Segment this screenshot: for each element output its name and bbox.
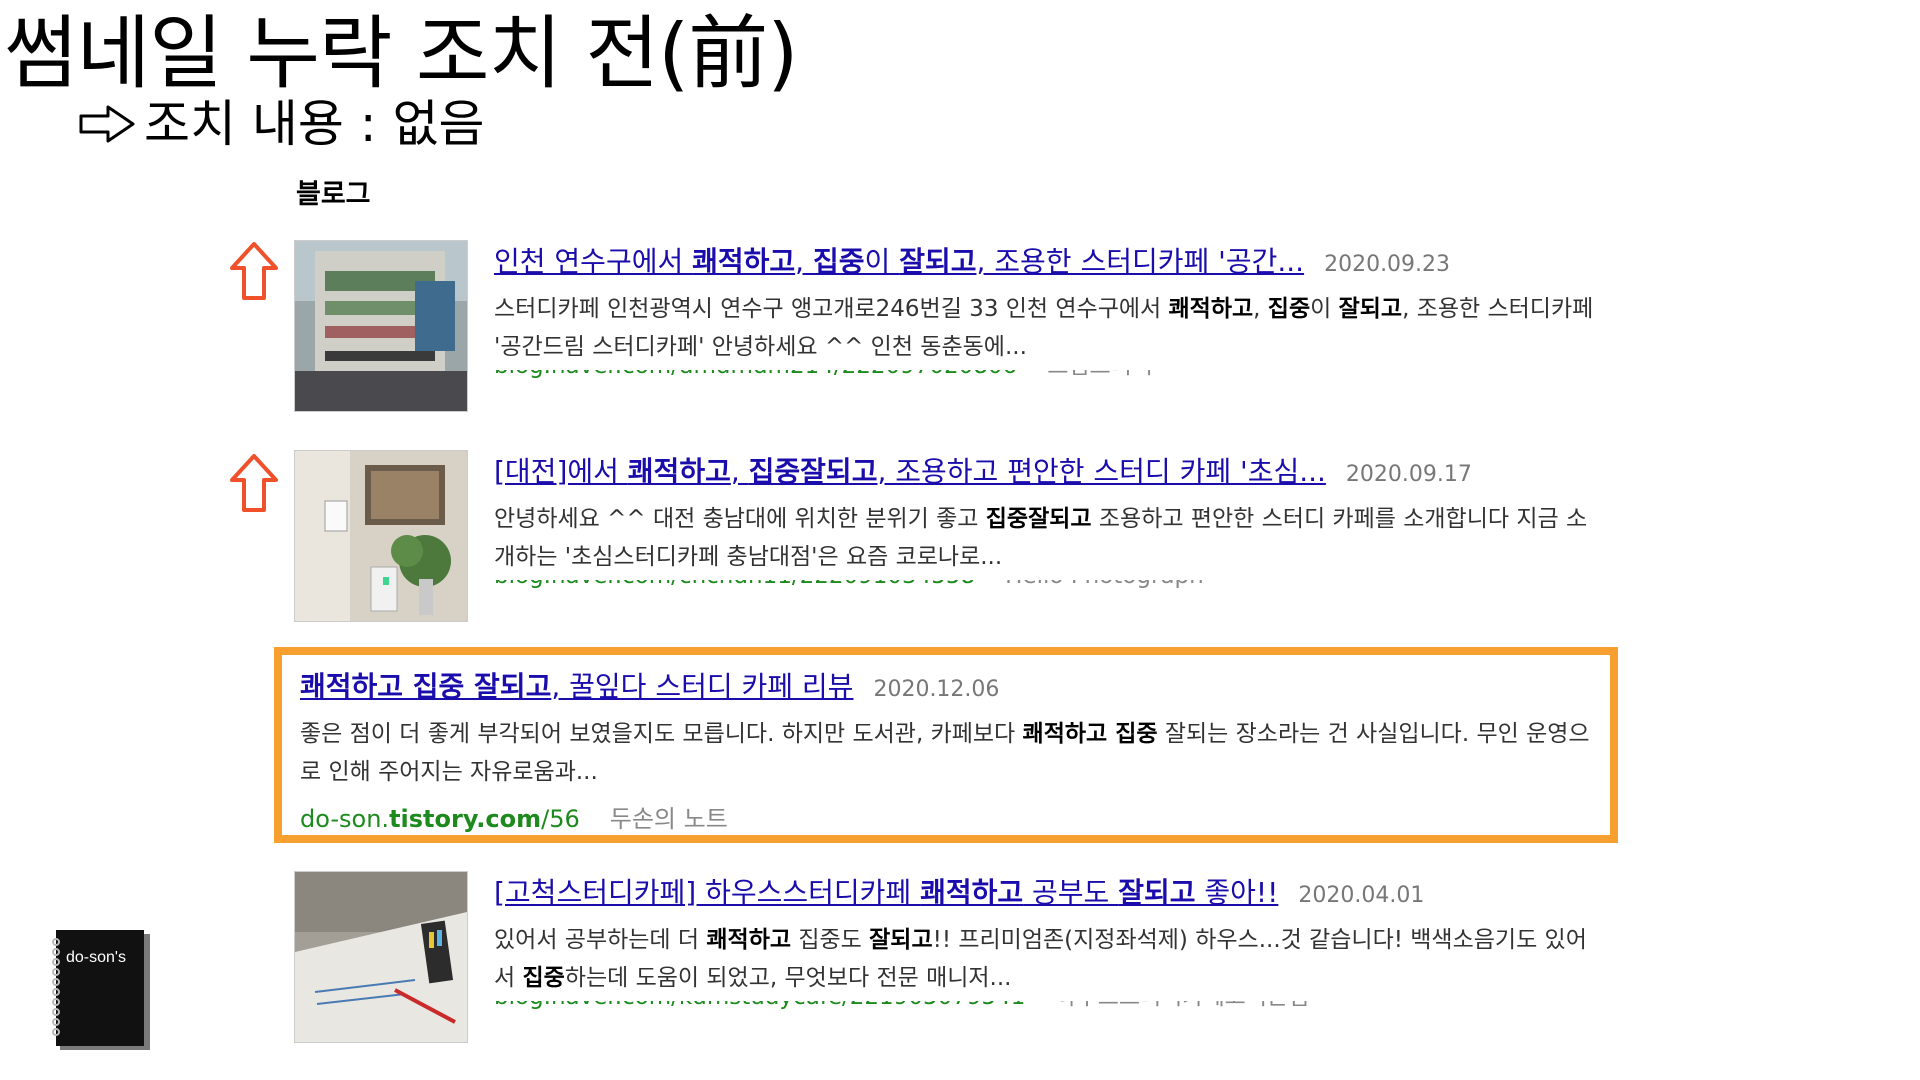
result-thumbnail[interactable]: [294, 240, 468, 412]
text-fragment: 인천 연수구에서: [494, 245, 693, 278]
text-fragment: ,: [795, 245, 813, 278]
result-title-link[interactable]: [대전]에서 쾌적하고, 집중잘되고, 조용하고 편안한 스터디 카페 '초심.…: [494, 455, 1326, 488]
highlighted-keyword: 집중잘되고: [985, 506, 1092, 532]
result-title-link[interactable]: [고척스터디카페] 하우스스터디카페 쾌적하고 공부도 잘되고 좋아!!: [494, 876, 1278, 909]
text-fragment: 이: [1310, 296, 1339, 322]
highlighted-keyword: 쾌적하고: [1168, 296, 1254, 322]
highlighted-keyword: 집중: [812, 245, 865, 278]
text-fragment: 집중도: [791, 927, 870, 953]
up-arrow-icon: [230, 242, 278, 300]
result-content: [대전]에서 쾌적하고, 집중잘되고, 조용하고 편안한 스터디 카페 '초심.…: [494, 450, 1604, 594]
text-fragment: , 조용한 스터디카페 '공간...: [976, 245, 1305, 278]
highlighted-result-box: 쾌적하고 집중 잘되고, 꿀잎다 스터디 카페 리뷰 2020.12.06 좋은 …: [274, 647, 1618, 843]
slide-title: 썸네일 누락 조치 전(前): [4, 7, 799, 100]
result-content: 쾌적하고 집중 잘되고, 꿀잎다 스터디 카페 리뷰 2020.12.06 좋은 …: [300, 665, 1600, 834]
result-source[interactable]: 두손의 노트: [610, 805, 728, 833]
result-url-truncated[interactable]: blog.naver.com/dmdmdm214/222097020806드림스…: [494, 370, 1604, 384]
result-title-link[interactable]: 인천 연수구에서 쾌적하고, 집중이 잘되고, 조용한 스터디카페 '공간...: [494, 245, 1304, 278]
text-fragment: [고척스터디카페] 하우스스터디카페: [494, 876, 921, 909]
result-date: 2020.04.01: [1298, 883, 1425, 908]
highlighted-keyword: 집중: [522, 965, 565, 991]
right-arrow-icon: [79, 105, 135, 143]
result-snippet: 좋은 점이 더 좋게 부각되어 보였을지도 모릅니다. 하지만 도서관, 카페보…: [300, 715, 1600, 791]
result-date: 2020.12.06: [873, 677, 1000, 702]
text-fragment: ,: [730, 455, 749, 488]
highlighted-keyword: 쾌적하고: [706, 927, 792, 953]
highlighted-keyword: 쾌적하고: [692, 245, 796, 278]
text-fragment: [대전]에서: [494, 455, 628, 488]
result-title-link[interactable]: 쾌적하고 집중 잘되고, 꿀잎다 스터디 카페 리뷰: [300, 670, 853, 703]
subtitle-text: 조치 내용 : 없음: [144, 95, 485, 153]
highlighted-keyword: 집중: [1267, 296, 1311, 322]
do-sons-notebook-logo: do-son's: [52, 930, 150, 1050]
text-fragment: , 조용하고 편안한 스터디 카페 '초심...: [877, 455, 1326, 488]
text-fragment: 하는데 도움이 되었고, 무엇보다 전문 매니저...: [564, 965, 1012, 991]
result-thumbnail[interactable]: [294, 871, 468, 1043]
highlighted-keyword: 잘되고: [1338, 296, 1403, 322]
text-fragment: 공부도: [1023, 876, 1119, 909]
text-fragment: 좋아!!: [1195, 876, 1279, 909]
text-fragment: ,: [1253, 296, 1268, 322]
text-fragment: 좋은 점이 더 좋게 부각되어 보였을지도 모릅니다. 하지만 도서관, 카페보…: [300, 721, 1023, 747]
result-content: 인천 연수구에서 쾌적하고, 집중이 잘되고, 조용한 스터디카페 '공간...…: [494, 240, 1604, 384]
text-fragment: , 꿀잎다 스터디 카페 리뷰: [551, 670, 854, 703]
result-url-truncated[interactable]: blog.naver.com/chchdh11/222091034558Hell…: [494, 580, 1604, 594]
section-label-blog: 블로그: [296, 179, 371, 210]
slide-subtitle: 조치 내용 : 없음: [78, 92, 485, 156]
text-fragment: 있어서 공부하는데 더: [494, 927, 707, 953]
text-fragment: 스터디카페 인천광역시 연수구 앵고개로246번길 33 인천 연수구에서: [494, 296, 1169, 322]
text-fragment: 안녕하세요 ^^ 대전 충남대에 위치한 분위기 좋고: [494, 506, 986, 532]
highlighted-keyword: 잘되고: [869, 927, 933, 953]
result-snippet: 있어서 공부하는데 더 쾌적하고 집중도 잘되고!! 프리미엄존(지정좌석제) …: [494, 921, 1604, 997]
result-content: [고척스터디카페] 하우스스터디카페 쾌적하고 공부도 잘되고 좋아!! 2020…: [494, 871, 1604, 1015]
result-date: 2020.09.17: [1345, 462, 1472, 487]
result-url-truncated[interactable]: blog.naver.com/kdmstudycafe/221905079541…: [494, 1001, 1604, 1015]
result-url[interactable]: do-son.tistory.com/56 두손의 노트: [300, 799, 1600, 834]
result-date: 2020.09.23: [1324, 252, 1451, 277]
result-thumbnail[interactable]: [294, 450, 468, 622]
result-snippet: 스터디카페 인천광역시 연수구 앵고개로246번길 33 인천 연수구에서 쾌적…: [494, 290, 1604, 366]
text-fragment: 이: [864, 245, 900, 278]
highlighted-keyword: 잘되고: [899, 245, 977, 278]
logo-text: do-son's: [66, 949, 126, 966]
highlighted-keyword: 쾌적하고 집중: [1022, 721, 1158, 747]
highlighted-keyword: 집중잘되고: [748, 455, 878, 488]
highlighted-keyword: 쾌적하고: [627, 455, 731, 488]
highlighted-keyword: 잘되고: [1118, 876, 1196, 909]
result-snippet: 안녕하세요 ^^ 대전 충남대에 위치한 분위기 좋고 집중잘되고 조용하고 편…: [494, 500, 1604, 576]
up-arrow-icon: [230, 454, 278, 512]
highlighted-keyword: 쾌적하고: [920, 876, 1024, 909]
highlighted-keyword: 쾌적하고 집중 잘되고: [300, 670, 552, 703]
